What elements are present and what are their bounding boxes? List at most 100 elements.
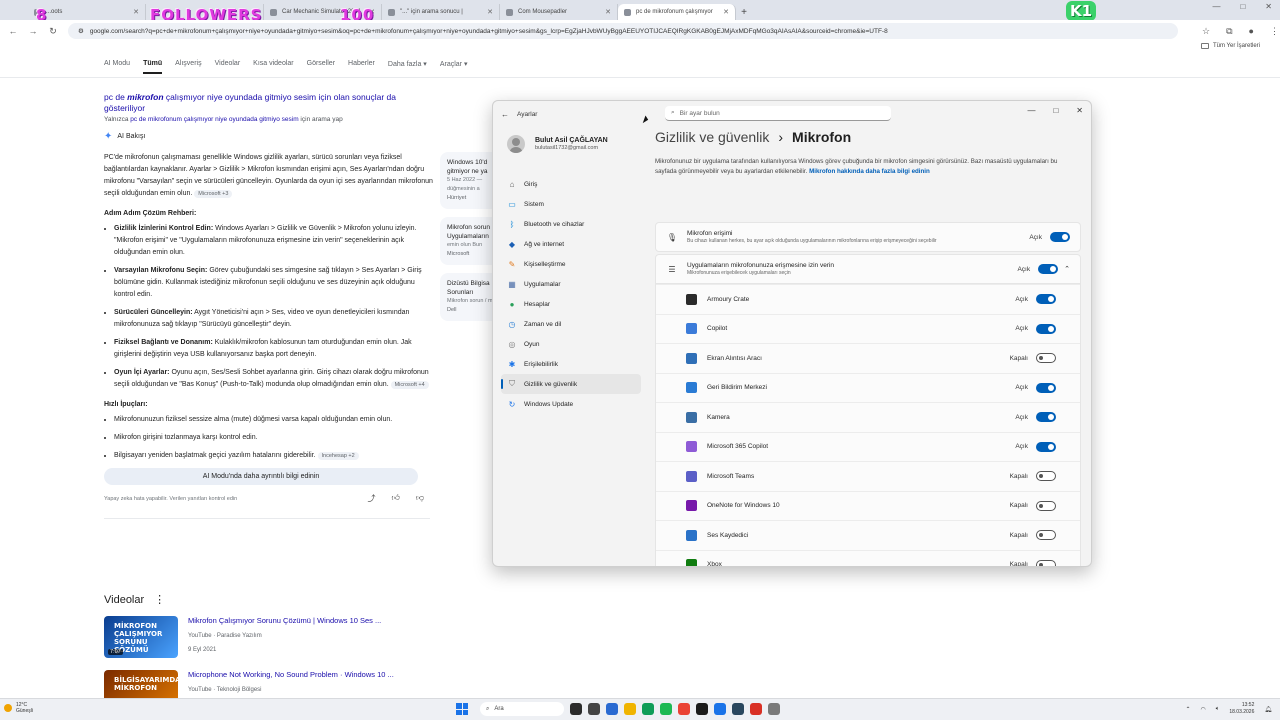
- search-instead-link[interactable]: pc de mikrofonum çalışmıyor niye oyundad…: [130, 116, 298, 123]
- video-title[interactable]: Mikrofon Çalışmıyor Sorunu Çözümü | Wind…: [188, 616, 381, 625]
- mic-access-card[interactable]: 🎙︎ Mikrofon erişimi Bu cihazı kullanan h…: [655, 222, 1081, 252]
- settings-search-input[interactable]: ⌕ Bir ayar bulun: [665, 106, 891, 121]
- search-tab[interactable]: Daha fazla ▾: [388, 60, 427, 74]
- sidebar-item[interactable]: ⌂ Giriş: [501, 174, 641, 194]
- clock[interactable]: 13:52 18.03.2026: [1229, 702, 1254, 716]
- start-button[interactable]: [456, 703, 468, 715]
- extensions-icon[interactable]: ⧉: [1226, 26, 1232, 37]
- app-toggle[interactable]: [1036, 471, 1056, 482]
- notifications-icon[interactable]: 🔔︎: [1264, 706, 1272, 713]
- forward-icon[interactable]: →: [28, 26, 38, 36]
- sidebar-item[interactable]: ᛒ Bluetooth ve cihazlar: [501, 214, 641, 234]
- taskbar-app-icon[interactable]: [768, 703, 780, 715]
- menu-icon[interactable]: ⋮: [1270, 26, 1279, 37]
- volume-icon[interactable]: 🔈︎: [1216, 706, 1220, 713]
- sidebar-item[interactable]: ✎ Kişiselleştirme: [501, 254, 641, 274]
- app-toggle[interactable]: [1036, 353, 1056, 364]
- taskbar-app-icon[interactable]: [714, 703, 726, 715]
- app-permission-row[interactable]: Copilot Açık: [656, 313, 1080, 344]
- search-tab[interactable]: Haberler: [348, 60, 375, 74]
- user-profile[interactable]: Bulut Asil ÇAĞLAYAN bulutasil1732@gmail.…: [507, 135, 608, 153]
- app-permission-row[interactable]: Armoury Crate Açık: [656, 284, 1080, 314]
- app-toggle[interactable]: [1036, 382, 1056, 393]
- app-toggle[interactable]: [1036, 530, 1056, 541]
- video-title[interactable]: Microphone Not Working, No Sound Problem…: [188, 670, 394, 679]
- minimize-icon[interactable]: —: [1027, 106, 1035, 115]
- share-icon[interactable]: ⤴: [368, 493, 376, 504]
- close-icon[interactable]: ✕: [1265, 2, 1272, 11]
- new-tab-button[interactable]: +: [736, 4, 752, 20]
- close-tab-icon[interactable]: ✕: [133, 8, 139, 16]
- close-tab-icon[interactable]: ✕: [605, 8, 611, 16]
- app-permission-row[interactable]: Ses Kaydedici Kapalı: [656, 520, 1080, 550]
- ai-mode-more-button[interactable]: AI Modu'nda daha ayrıntılı bilgi edinin: [104, 468, 418, 485]
- minimize-icon[interactable]: —: [1212, 2, 1220, 11]
- close-tab-icon[interactable]: ✕: [723, 8, 729, 16]
- taskbar-app-icon[interactable]: [732, 703, 744, 715]
- app-toggle[interactable]: [1036, 559, 1056, 566]
- taskbar-app-icon[interactable]: [570, 703, 582, 715]
- taskbar-app-icon[interactable]: [588, 703, 600, 715]
- app-permission-row[interactable]: Microsoft Teams Kapalı: [656, 461, 1080, 491]
- more-options-icon[interactable]: ⋮: [154, 593, 165, 606]
- app-toggle[interactable]: [1036, 500, 1056, 511]
- search-tab[interactable]: Videolar: [215, 60, 241, 74]
- source-card[interactable]: Dizüstü Bilgisa Sorunları Mikrofon sorun /…: [440, 273, 500, 321]
- app-toggle[interactable]: [1036, 412, 1056, 423]
- browser-tab[interactable]: Com Mousepadler ✕: [500, 4, 618, 20]
- chevron-up-icon[interactable]: ⌃: [1185, 706, 1190, 713]
- search-tab[interactable]: Görseller: [307, 60, 335, 74]
- taskbar-app-icon[interactable]: [750, 703, 762, 715]
- sidebar-item[interactable]: ⛉ Gizlilik ve güvenlik: [501, 374, 641, 394]
- search-tab[interactable]: Alışveriş: [175, 60, 201, 74]
- video-thumbnail[interactable]: MİKROFON ÇALIŞMIYOR SORUNU ÇÖZÜMÜ 7:07: [104, 616, 178, 658]
- chevron-up-icon[interactable]: ⌃: [1064, 265, 1070, 273]
- app-toggle[interactable]: [1036, 294, 1056, 305]
- learn-more-link[interactable]: Mikrofon hakkında daha fazla bilgi edini…: [809, 168, 930, 175]
- app-permission-row[interactable]: Kamera Açık: [656, 402, 1080, 432]
- taskbar-app-icon[interactable]: [678, 703, 690, 715]
- sidebar-item[interactable]: ↻ Windows Update: [501, 394, 641, 414]
- taskbar-app-icon[interactable]: [696, 703, 708, 715]
- back-icon[interactable]: ←: [8, 26, 18, 36]
- app-access-toggle[interactable]: [1038, 264, 1059, 274]
- taskbar-app-icon[interactable]: [606, 703, 618, 715]
- close-tab-icon[interactable]: ✕: [487, 8, 493, 16]
- app-toggle[interactable]: [1036, 441, 1056, 452]
- citation-chip[interactable]: Microsoft +4: [390, 381, 429, 389]
- maximize-icon[interactable]: □: [1053, 106, 1058, 115]
- browser-tab[interactable]: "..." için arama sonucu | ✕: [382, 4, 500, 20]
- wifi-icon[interactable]: ◠: [1200, 706, 1205, 713]
- search-tab[interactable]: AI Modu: [104, 60, 130, 74]
- app-access-card[interactable]: ☰ Uygulamaların mikrofonunuza erişmesine…: [655, 254, 1081, 284]
- app-permission-row[interactable]: Ekran Alıntısı Aracı Kapalı: [656, 343, 1080, 373]
- thumbs-down-icon[interactable]: 👎︎: [416, 493, 424, 504]
- search-tab[interactable]: Kısa videolar: [253, 60, 293, 74]
- citation-chip[interactable]: Incehesap +2: [317, 452, 359, 460]
- sidebar-item[interactable]: ✱ Erişilebilirlik: [501, 354, 641, 374]
- mic-access-toggle[interactable]: [1050, 232, 1070, 242]
- app-toggle[interactable]: [1036, 323, 1056, 334]
- url-field[interactable]: ⚙ google.com/search?q=pc+de+mikrofonum+ç…: [68, 23, 1178, 39]
- app-permission-row[interactable]: Microsoft 365 Copilot Açık: [656, 431, 1080, 462]
- app-permission-row[interactable]: Geri Bildirim Merkezi Açık: [656, 372, 1080, 403]
- weather-widget[interactable]: 12°C Güneşli: [4, 702, 33, 714]
- site-info-icon[interactable]: ⚙: [78, 27, 84, 35]
- search-tab[interactable]: Tümü: [143, 60, 163, 74]
- search-tab[interactable]: Araçlar ▾: [440, 60, 468, 74]
- taskbar-search[interactable]: ⌕ Ara: [480, 702, 564, 716]
- profile-icon[interactable]: ●: [1249, 26, 1254, 37]
- sidebar-item[interactable]: ◆ Ağ ve internet: [501, 234, 641, 254]
- spelling-notice[interactable]: pc de mikrofon çalışmıyor niye oyundada …: [104, 92, 434, 114]
- browser-tab[interactable]: pc de mikrofonum çalışmıyor ✕: [618, 4, 736, 20]
- bookmark-star-icon[interactable]: ☆: [1202, 26, 1210, 37]
- back-arrow-icon[interactable]: ←: [501, 110, 509, 119]
- taskbar-app-icon[interactable]: [642, 703, 654, 715]
- all-bookmarks-button[interactable]: Tüm Yer İşaretleri: [1200, 43, 1260, 49]
- thumbs-up-icon[interactable]: 👍︎: [392, 493, 400, 504]
- citation-chip[interactable]: Microsoft +3: [194, 190, 233, 198]
- taskbar-app-icon[interactable]: [660, 703, 672, 715]
- source-card[interactable]: Mikrofon sorun Uygulamaların emin olun Bun…: [440, 217, 500, 265]
- app-permission-row[interactable]: Xbox Kapalı: [656, 549, 1080, 566]
- app-permission-row[interactable]: OneNote for Windows 10 Kapalı: [656, 490, 1080, 521]
